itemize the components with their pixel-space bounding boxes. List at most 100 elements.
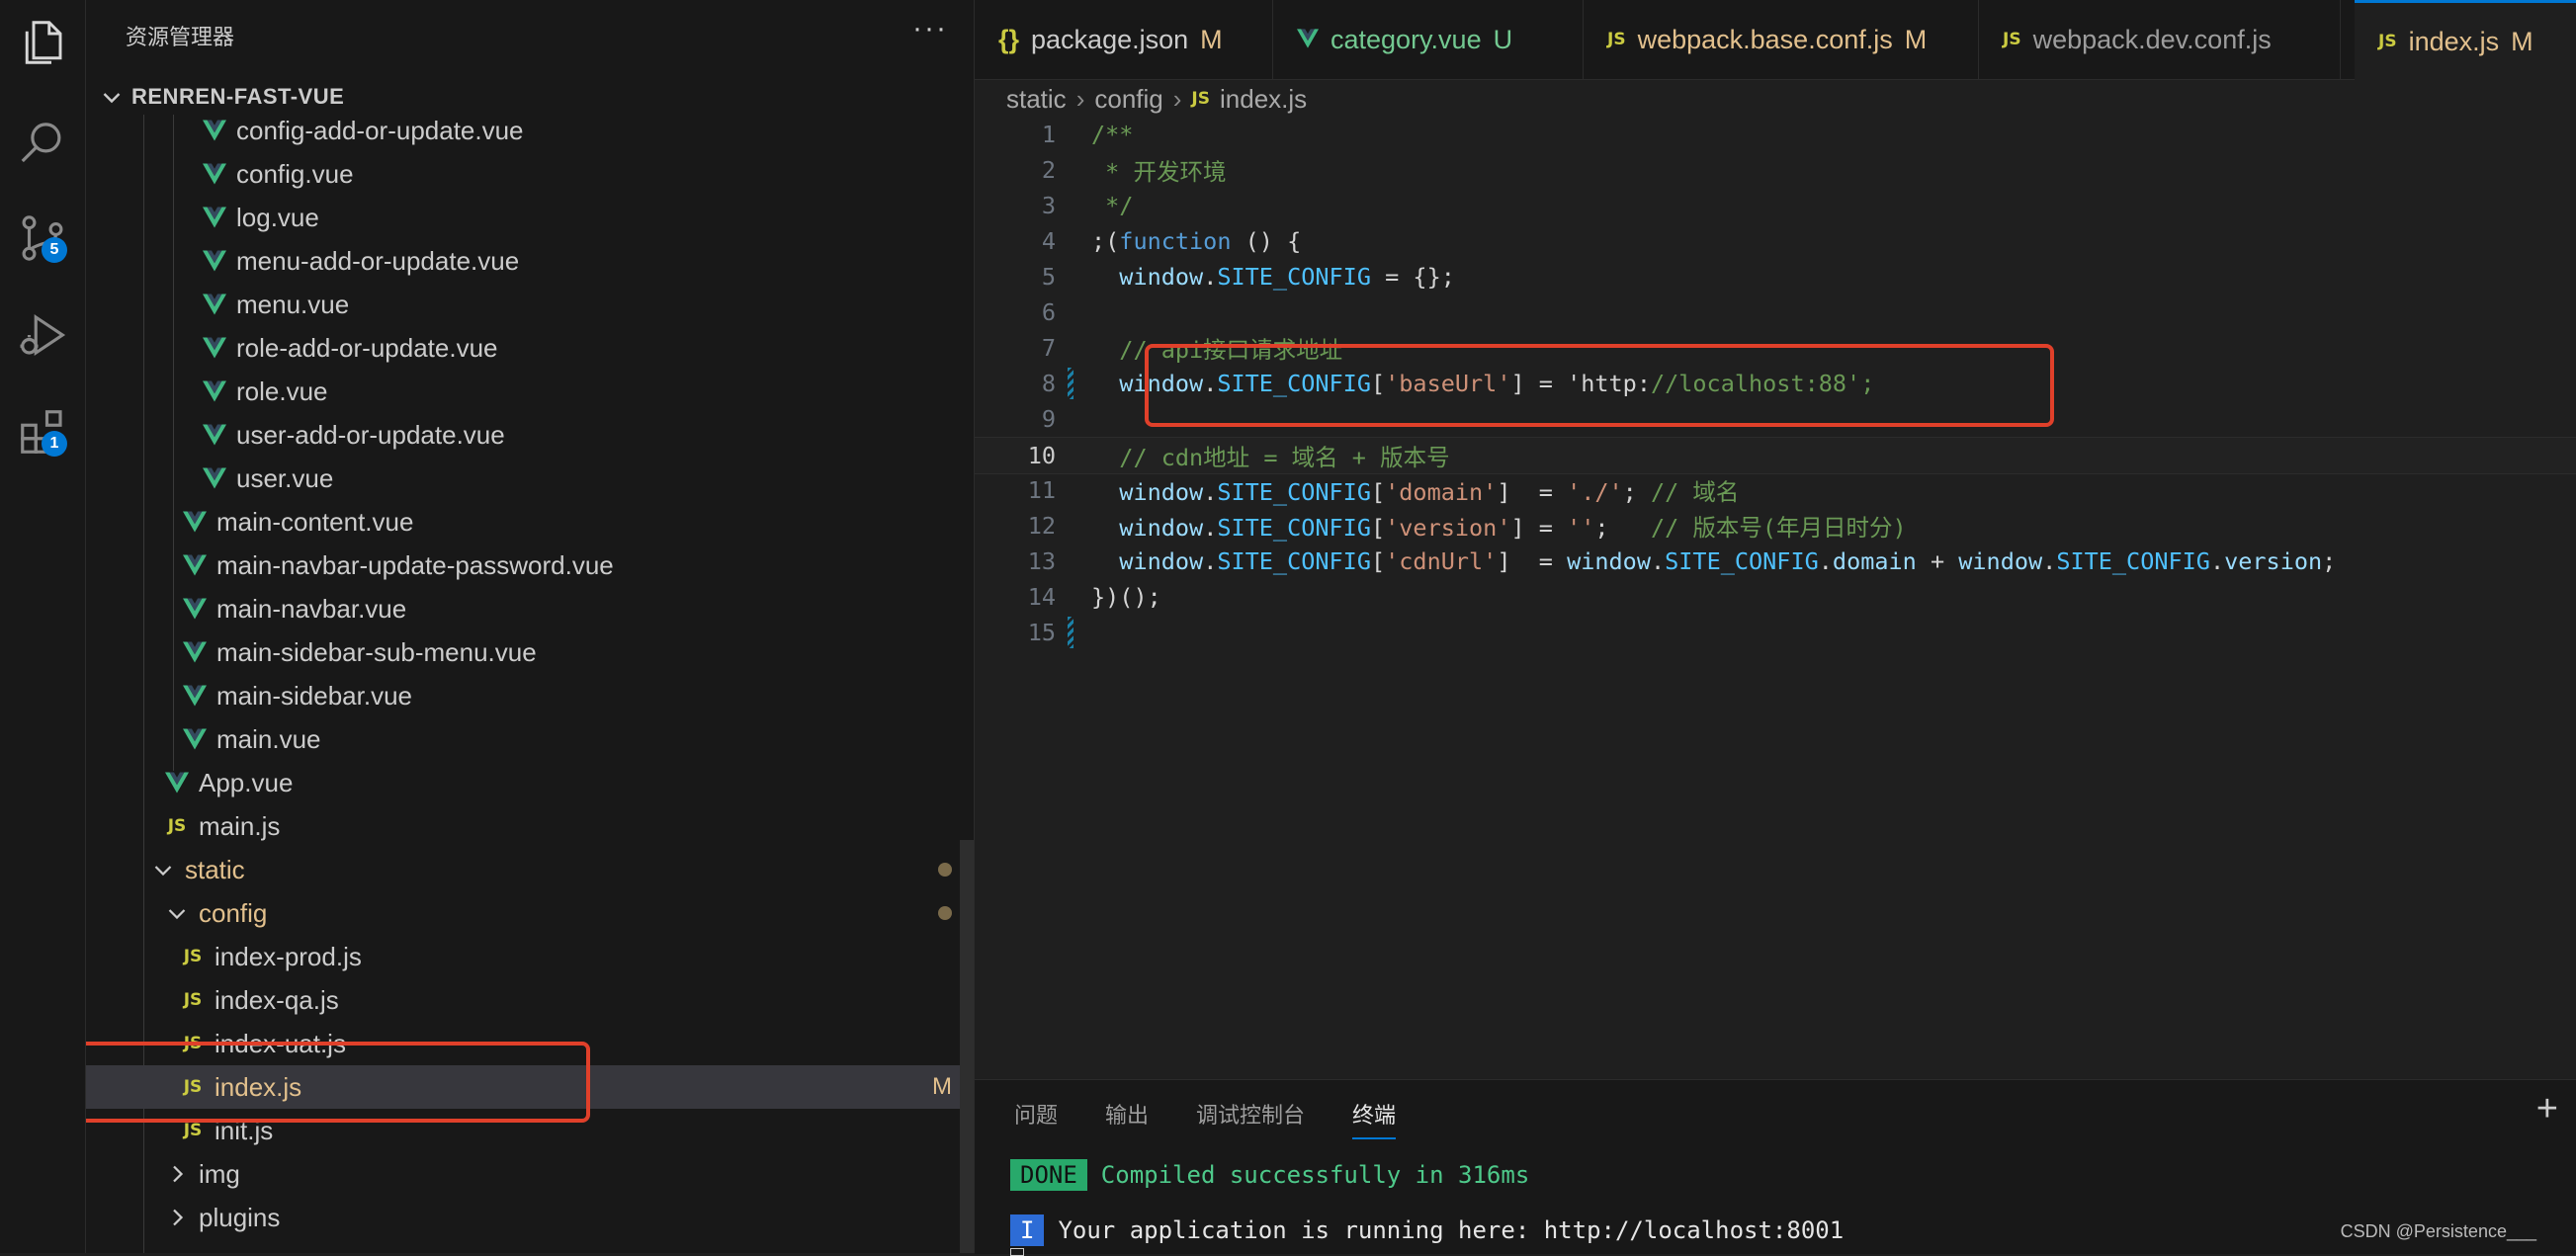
- tree-item-label: role-add-or-update.vue: [236, 332, 498, 363]
- tree-item-label: plugins: [199, 1202, 281, 1232]
- line-number: 6: [1041, 298, 1056, 326]
- vue-file-icon: [203, 379, 226, 403]
- tree-item[interactable]: img: [86, 1152, 974, 1196]
- tree-item[interactable]: plugins: [86, 1196, 974, 1239]
- tree-item[interactable]: menu.vue: [86, 283, 974, 326]
- code-editor[interactable]: 1/** 2 * 开发环境 3 */4 ;(function () {5 window…: [975, 117, 2576, 1075]
- tree-item[interactable]: App.vue: [86, 761, 974, 804]
- tree-item[interactable]: config-add-or-update.vue: [86, 109, 974, 152]
- line-number: 10: [1027, 442, 1056, 469]
- more-actions-icon[interactable]: ···: [912, 12, 948, 45]
- tree-item[interactable]: main-sidebar-sub-menu.vue: [86, 630, 974, 674]
- gutter-marker: [1066, 259, 1079, 294]
- code-text: window.SITE_CONFIG['version'] = ''; // 版…: [1119, 514, 1907, 542]
- js-file-icon: JS: [183, 947, 203, 966]
- tree-item[interactable]: config: [86, 891, 974, 935]
- gutter-marker: [1066, 438, 1079, 473]
- chevron-right-icon: [165, 1206, 189, 1229]
- tree-item-label: main-sidebar.vue: [216, 680, 412, 711]
- tab-problems[interactable]: 问题: [1014, 1098, 1058, 1130]
- source-control-icon[interactable]: 5: [16, 211, 69, 265]
- vue-file-icon: [183, 727, 207, 751]
- tab-terminal[interactable]: 终端: [1352, 1098, 1397, 1139]
- line-number: 3: [1041, 192, 1056, 219]
- highlight-box-baseurl: [1145, 344, 2054, 427]
- tree-item[interactable]: main-content.vue: [86, 500, 974, 544]
- tree-item[interactable]: main-navbar-update-password.vue: [86, 544, 974, 587]
- done-badge: DONE: [1010, 1159, 1087, 1191]
- files-icon[interactable]: [16, 16, 69, 69]
- code-line: 4 ;(function () {: [975, 223, 2576, 259]
- code-line: 15: [975, 615, 2576, 650]
- vue-file-icon: [203, 119, 226, 142]
- tree-item[interactable]: user.vue: [86, 457, 974, 500]
- chevron-down-icon: [165, 901, 189, 925]
- tree-item[interactable]: JS index-qa.js: [86, 978, 974, 1022]
- breadcrumb: static › config › JS index.js: [1006, 81, 1307, 117]
- tab-webpack-dev-conf-js[interactable]: JS webpack.dev.conf.js: [1979, 0, 2341, 79]
- git-status-badge: M: [932, 1073, 952, 1100]
- tree-item[interactable]: JS index-prod.js: [86, 935, 974, 978]
- vue-file-icon: [165, 771, 189, 795]
- js-file-icon: JS: [167, 816, 187, 836]
- code-text: window.SITE_CONFIG = {};: [1119, 263, 1455, 291]
- gutter-marker: [1066, 615, 1079, 650]
- workspace-title: RENREN-FAST-VUE: [131, 84, 345, 109]
- tree-item[interactable]: menu-add-or-update.vue: [86, 239, 974, 283]
- tab-label: package.json: [1031, 24, 1189, 54]
- vue-file-icon: [183, 510, 207, 534]
- tree-item-label: main-content.vue: [216, 506, 414, 537]
- code-line: 6: [975, 294, 2576, 330]
- tree-item-label: menu.vue: [236, 289, 350, 319]
- breadcrumb-item[interactable]: static: [1006, 84, 1067, 115]
- tree-item[interactable]: main.vue: [86, 717, 974, 761]
- extensions-icon[interactable]: 1: [16, 405, 69, 459]
- tab-output[interactable]: 输出: [1105, 1098, 1149, 1130]
- tab-debug-console[interactable]: 调试控制台: [1196, 1098, 1305, 1130]
- add-terminal-icon[interactable]: +: [2536, 1088, 2558, 1130]
- vue-file-icon: [203, 162, 226, 186]
- search-icon[interactable]: [16, 117, 69, 170]
- tab-category-vue[interactable]: category.vue U: [1273, 0, 1584, 79]
- tree-item[interactable]: role.vue: [86, 370, 974, 413]
- tree-item[interactable]: log.vue: [86, 196, 974, 239]
- explorer-scrollbar[interactable]: [960, 840, 974, 1253]
- tab-label: webpack.base.conf.js: [1637, 24, 1893, 54]
- code-line: 12 window.SITE_CONFIG['version'] = ''; /…: [975, 508, 2576, 544]
- tree-item-label: main-navbar.vue: [216, 593, 407, 624]
- tab-webpack-base-conf-js[interactable]: JS webpack.base.conf.js M: [1584, 0, 1979, 79]
- vue-file-icon: [203, 293, 226, 316]
- gutter-marker: [1066, 117, 1079, 152]
- line-number: 14: [1027, 583, 1056, 611]
- tree-item[interactable]: config.vue: [86, 152, 974, 196]
- chevron-right-icon: ›: [1172, 83, 1182, 114]
- js-icon: JS: [1191, 89, 1210, 109]
- chevron-down-icon: [103, 93, 121, 104]
- explorer-sidebar: 资源管理器 ··· RENREN-FAST-VUE config-add-or-…: [86, 0, 975, 1253]
- tree-item[interactable]: role-add-or-update.vue: [86, 326, 974, 370]
- tab-package-json[interactable]: {} package.json M: [975, 0, 1273, 79]
- breadcrumb-item[interactable]: config: [1094, 84, 1162, 115]
- modified-dot: [938, 906, 952, 920]
- breadcrumb-file[interactable]: index.js: [1220, 84, 1307, 115]
- chevron-right-icon: ›: [1075, 83, 1085, 114]
- js-file-icon: JS: [183, 990, 203, 1010]
- tree-item[interactable]: JS main.js: [86, 804, 974, 848]
- tree-item[interactable]: static: [86, 848, 974, 891]
- vue-file-icon: [203, 206, 226, 229]
- tree-item[interactable]: main-sidebar.vue: [86, 674, 974, 717]
- tab-label: index.js: [2408, 26, 2500, 56]
- code-line: 1 /**: [975, 117, 2576, 152]
- run-debug-icon[interactable]: [16, 308, 69, 362]
- tree-item-label: main.js: [199, 810, 281, 841]
- tree-item-label: log.vue: [236, 202, 319, 232]
- gutter-marker: [1066, 366, 1079, 401]
- gutter-marker: [1066, 152, 1079, 188]
- tree-item[interactable]: user-add-or-update.vue: [86, 413, 974, 457]
- json-icon: {}: [998, 24, 1020, 54]
- line-number: 2: [1041, 156, 1056, 184]
- tab-index-js[interactable]: JS index.js M: [2355, 0, 2576, 80]
- bottom-panel: 问题 输出 调试控制台 终端 + DONE Compiled successfu…: [975, 1079, 2576, 1256]
- vue-icon: [1297, 25, 1319, 55]
- tree-item[interactable]: main-navbar.vue: [86, 587, 974, 630]
